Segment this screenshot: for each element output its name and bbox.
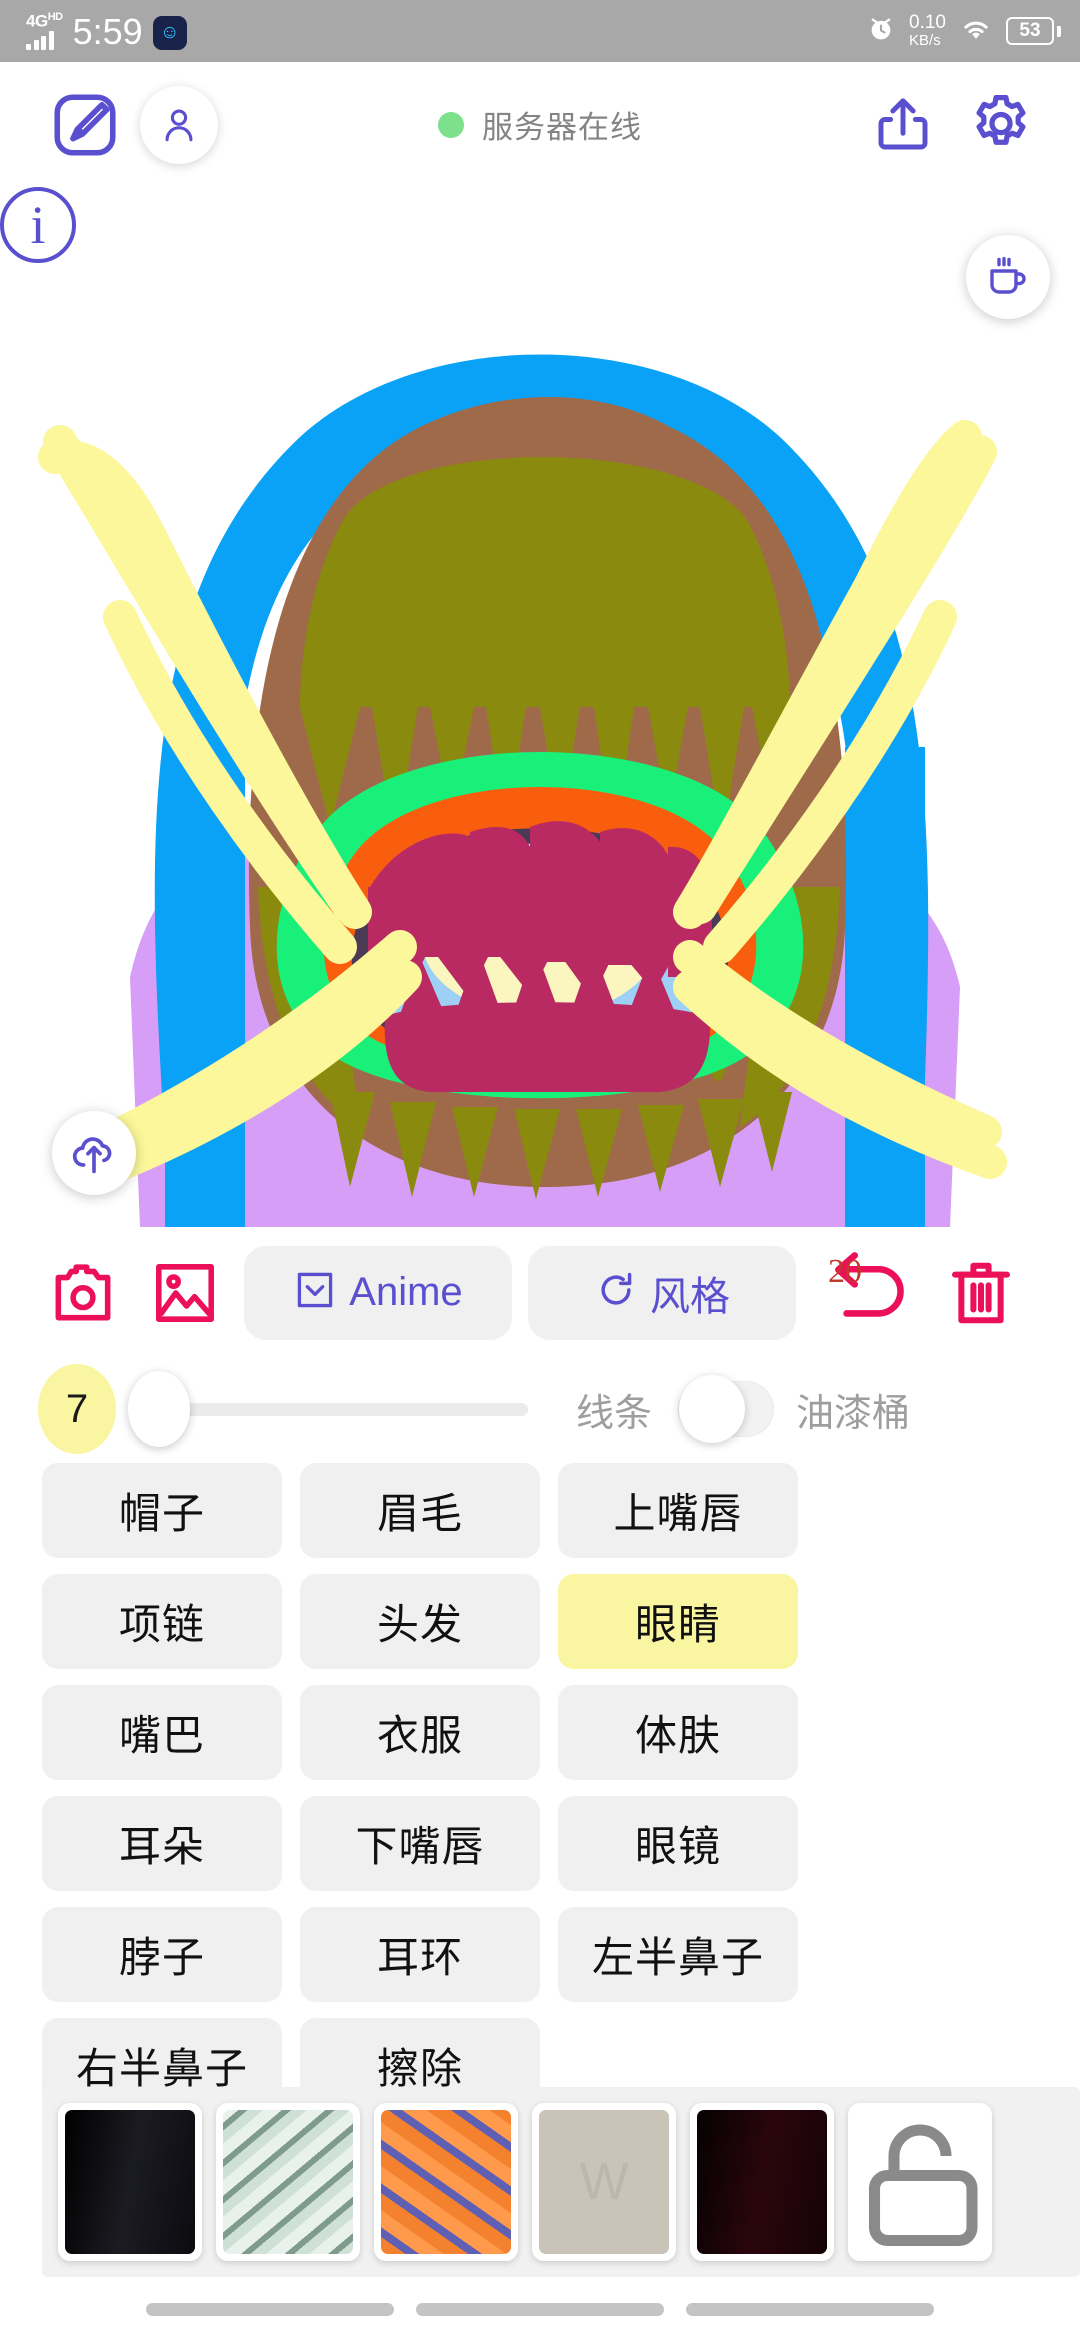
- system-nav-bar: [0, 2278, 1080, 2340]
- nav-recents-pill[interactable]: [686, 2302, 934, 2316]
- status-bar: 4GHD 5:59 ☺ 0.10 KB/s 53: [0, 0, 1080, 62]
- thumb-black-fabric[interactable]: [58, 2103, 202, 2261]
- nav-home-pill[interactable]: [416, 2302, 664, 2316]
- thumb-lock-placeholder[interactable]: [848, 2103, 992, 2261]
- thumbnail-preview: [697, 2110, 827, 2254]
- brush-size-slider[interactable]: [128, 1371, 528, 1447]
- paint-bucket-toggle[interactable]: [678, 1375, 775, 1443]
- label-chip[interactable]: 上嘴唇: [558, 1463, 798, 1558]
- refresh-ccw-icon: [594, 1268, 638, 1317]
- label-chip[interactable]: 衣服: [300, 1685, 540, 1780]
- smiley-badge-icon: ☺: [152, 16, 187, 51]
- avatar[interactable]: [140, 85, 218, 164]
- thumb-beige-w[interactable]: W: [532, 2103, 676, 2261]
- brush-square-icon[interactable]: [48, 88, 122, 162]
- undo-button[interactable]: 20: [812, 1248, 922, 1338]
- thumbnail-preview: [65, 2110, 195, 2254]
- tool-row: Anime 风格 20: [0, 1240, 1080, 1345]
- toggle-knob: [679, 1375, 746, 1443]
- paint-bucket-label: 油漆桶: [796, 1392, 911, 1435]
- style-button[interactable]: 风格: [528, 1245, 796, 1340]
- label-chip[interactable]: 体肤: [558, 1685, 798, 1780]
- thumbnail-preview: W: [539, 2110, 669, 2254]
- brush-controls-row: 7 线条 油漆桶: [0, 1355, 1080, 1463]
- thumb-orange-abstract[interactable]: [374, 2103, 518, 2261]
- label-chip[interactable]: 帽子: [42, 1463, 282, 1558]
- status-bar-left: 4GHD 5:59 ☺: [26, 10, 187, 53]
- signal-bars-icon: [26, 31, 54, 51]
- thumbnail-preview: [223, 2110, 353, 2254]
- label-chip[interactable]: 眉毛: [300, 1463, 540, 1558]
- drawing-canvas[interactable]: i: [0, 187, 1080, 1227]
- label-chip[interactable]: 头发: [300, 1574, 540, 1669]
- network-type-label: 4GHD: [26, 10, 63, 31]
- style-label: 风格: [650, 1274, 730, 1319]
- data-speed-unit: KB/s: [909, 32, 941, 50]
- network-sub-label: HD: [47, 10, 63, 23]
- data-speed-indicator: 0.10 KB/s: [909, 13, 946, 49]
- canvas-artwork[interactable]: [0, 187, 1080, 1227]
- image-icon[interactable]: [142, 1250, 228, 1336]
- wallpaper-thumbnail-gallery[interactable]: W: [42, 2087, 1080, 2277]
- slider-track: [156, 1402, 528, 1416]
- square-chevron-down-icon: [293, 1268, 337, 1317]
- undo-count: 20: [828, 1252, 862, 1290]
- label-chip[interactable]: 耳环: [300, 1907, 540, 2002]
- line-mode-label: 线条: [576, 1392, 653, 1435]
- alarm-clock-icon: [867, 15, 895, 48]
- thumb-green-glass[interactable]: [216, 2103, 360, 2261]
- label-grid: 帽子 眉毛 上嘴唇 项链 头发 眼睛 嘴巴 衣服 体肤 耳朵 下嘴唇 眼镜 脖子 耳环 左半鼻子 右半鼻子 擦除: [0, 1463, 1080, 2113]
- label-chip[interactable]: 嘴巴: [42, 1685, 282, 1780]
- app-header: 服务器在线: [0, 62, 1080, 187]
- header-right-group: [870, 90, 1036, 160]
- header-left-group: [48, 85, 218, 164]
- battery-indicator: 53: [1006, 17, 1054, 45]
- gear-icon[interactable]: [966, 90, 1036, 160]
- label-chip[interactable]: 眼镜: [558, 1796, 798, 1891]
- server-status-label: 服务器在线: [482, 110, 642, 145]
- share-upload-icon[interactable]: [870, 92, 936, 158]
- wifi-icon: [960, 16, 992, 47]
- anime-button[interactable]: Anime: [244, 1245, 512, 1340]
- trash-icon[interactable]: [938, 1245, 1024, 1341]
- brush-size-badge[interactable]: 7: [38, 1364, 116, 1454]
- anime-label: Anime: [349, 1270, 463, 1314]
- thumb-dark-red[interactable]: [690, 2103, 834, 2261]
- status-dot: [438, 111, 464, 138]
- camera-icon[interactable]: [40, 1250, 126, 1336]
- data-speed-value: 0.10: [909, 12, 946, 34]
- status-clock: 5:59: [72, 11, 143, 53]
- slider-thumb[interactable]: [128, 1371, 190, 1447]
- nav-back-pill[interactable]: [146, 2302, 394, 2316]
- cloud-upload-icon[interactable]: [52, 1111, 136, 1195]
- network-indicator: 4GHD: [26, 10, 63, 51]
- label-chip[interactable]: 耳朵: [42, 1796, 282, 1891]
- label-chip[interactable]: 脖子: [42, 1907, 282, 2002]
- status-bar-right: 0.10 KB/s 53: [867, 13, 1054, 49]
- label-chip[interactable]: 下嘴唇: [300, 1796, 540, 1891]
- label-chip[interactable]: 眼睛: [558, 1574, 798, 1669]
- server-status: 服务器在线: [375, 102, 705, 147]
- thumbnail-preview: [855, 2110, 985, 2254]
- thumbnail-preview: [381, 2110, 511, 2254]
- label-chip[interactable]: 左半鼻子: [558, 1907, 798, 2002]
- label-chip[interactable]: 项链: [42, 1574, 282, 1669]
- coffee-cup-icon[interactable]: [966, 235, 1050, 319]
